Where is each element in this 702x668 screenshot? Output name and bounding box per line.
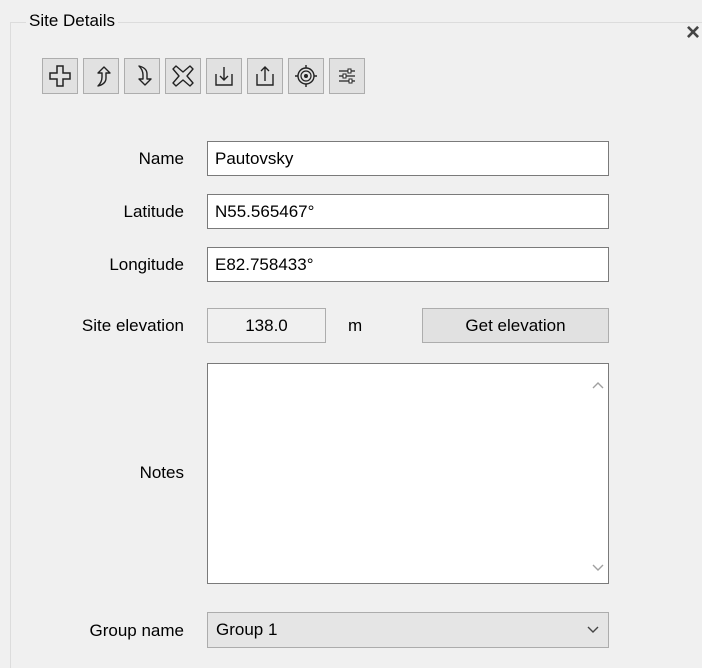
name-field[interactable] — [207, 141, 609, 176]
target-icon — [295, 65, 317, 87]
notes-text — [208, 364, 608, 376]
panel-title: Site Details — [26, 10, 118, 32]
move-down-icon — [138, 65, 152, 86]
move-down-button[interactable] — [124, 58, 160, 94]
name-label: Name — [138, 149, 184, 168]
get-elevation-button[interactable]: Get elevation — [422, 308, 609, 343]
export-button[interactable] — [247, 58, 283, 94]
import-icon — [215, 67, 233, 86]
notes-label: Notes — [139, 463, 184, 482]
longitude-field[interactable] — [207, 247, 609, 282]
delete-icon — [172, 65, 194, 87]
group-name-select[interactable]: Group 1 — [207, 612, 609, 648]
delete-site-button[interactable] — [165, 58, 201, 94]
latitude-field[interactable] — [207, 194, 609, 229]
locate-button[interactable] — [288, 58, 324, 94]
import-button[interactable] — [206, 58, 242, 94]
add-icon — [49, 65, 71, 87]
settings-sliders-icon — [339, 68, 355, 84]
move-up-button[interactable] — [83, 58, 119, 94]
settings-button[interactable] — [329, 58, 365, 94]
notes-textarea[interactable] — [207, 363, 609, 584]
export-icon — [256, 66, 274, 86]
site-details-panel: Site Details × Name Pautovsky Latitude N… — [0, 0, 702, 668]
close-button[interactable]: × — [682, 21, 702, 45]
elevation-unit: m — [348, 316, 363, 335]
elevation-value: 138.0 — [207, 308, 326, 343]
toolbar — [42, 58, 370, 94]
elevation-label: Site elevation — [81, 316, 184, 335]
group-name-value: Group 1 — [216, 620, 278, 639]
scroll-up-icon[interactable] — [591, 378, 605, 392]
add-site-button[interactable] — [42, 58, 78, 94]
move-up-icon — [97, 66, 111, 87]
latitude-label: Latitude — [123, 202, 185, 221]
group-name-label: Group name — [89, 621, 185, 640]
notes-scrollbar[interactable] — [588, 364, 608, 583]
scroll-down-icon[interactable] — [591, 561, 605, 575]
longitude-label: Longitude — [109, 255, 184, 274]
chevron-down-icon — [586, 613, 600, 659]
